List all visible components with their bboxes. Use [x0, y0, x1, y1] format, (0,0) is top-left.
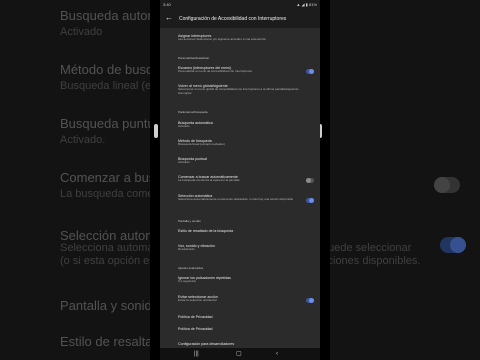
setting-label: Estilo de resaltado de la búsqueda: [178, 229, 234, 233]
page-title: Configuración de Accesibilidad con Inter…: [179, 16, 287, 22]
setting-privacy-policy-2[interactable]: Política de Privacidad: [178, 327, 316, 331]
setting-summary: Evitar la selección accidental: [178, 298, 217, 303]
setting-summary: Activado: [178, 124, 190, 129]
home-icon[interactable]: ▢: [236, 351, 242, 357]
app-bar: ← Configuración de Accesibilidad con Int…: [160, 9, 320, 28]
setting-auto-select[interactable]: Selección automática Selecciona automáti…: [178, 194, 316, 202]
setting-summary: Búsqueda lineal (excepto teclados): [178, 142, 225, 147]
setting-scan-method[interactable]: Método de búsqueda Búsqueda lineal (exce…: [178, 139, 316, 147]
setting-ignore-repeated[interactable]: Ignorar los pulsaciones repetidas 0,1 se…: [178, 276, 316, 284]
navigation-bar: ||| ▢ ‹: [160, 348, 320, 360]
toggle-switch-on[interactable]: [306, 198, 314, 203]
toggle-switch-on[interactable]: [306, 298, 314, 303]
setting-start-scan-auto[interactable]: Comenzar a buscar automáticamente La bús…: [178, 175, 316, 183]
setting-summary: 0,1 segundos: [178, 279, 197, 284]
section-header: Ajustes avanzados: [178, 266, 204, 270]
setting-auto-scan[interactable]: Búsqueda automática Activado: [178, 121, 316, 129]
nav-back-icon[interactable]: ‹: [276, 351, 278, 357]
section-header: Pantalla y sonido: [178, 219, 201, 223]
side-button: [154, 124, 158, 138]
section-header: Parámetros/búsqueda: [178, 110, 208, 114]
setting-global-menu[interactable]: Volver al menú global/siguiente Seleccio…: [178, 84, 316, 96]
setting-summary: Selecciona automáticamente el elemento d…: [178, 197, 294, 202]
setting-point-scan[interactable]: Búsqueda puntual Activado: [178, 157, 316, 165]
setting-privacy-policy[interactable]: Política de Privacidad: [178, 315, 316, 319]
setting-highlight-style[interactable]: Estilo de resaltado de la búsqueda: [178, 229, 316, 233]
left-bezel: [150, 0, 160, 360]
toggle-switch-on[interactable]: [306, 69, 314, 74]
phone-screen: 3:40 ▲ ◢ ▮ 81% ← Configuración de Accesi…: [160, 0, 320, 360]
status-time: 3:40: [163, 2, 171, 7]
status-icons: ▲ ◢ ▮ 81%: [296, 2, 317, 7]
setting-summary: Personalizar el menú de Accesibilidad co…: [178, 69, 252, 74]
settings-list: Asignar interruptores Las acciones Selec…: [160, 28, 320, 348]
setting-menu-scanning[interactable]: Escaneo (interruptores del menú) Persona…: [178, 66, 316, 74]
status-bar: 3:40 ▲ ◢ ▮ 81%: [160, 0, 320, 9]
setting-summary: Activado: [178, 160, 190, 165]
setting-label: Política de Privacidad: [178, 315, 213, 319]
arrow-back-icon[interactable]: ←: [165, 14, 173, 22]
setting-summary: Desactivado: [178, 247, 195, 252]
setting-summary: La búsqueda comienza al aparecer la pant…: [178, 178, 240, 183]
setting-label: Política de Privacidad: [178, 327, 213, 331]
setting-avoid-select[interactable]: Evitar seleccionar acción Evitar la sele…: [178, 295, 316, 303]
section-header: Personalizar/desactivar: [178, 56, 210, 60]
setting-voice-sound[interactable]: Voz, sonido y vibración Desactivado: [178, 244, 316, 252]
right-bezel: [320, 0, 330, 360]
setting-summary: Las acciones Seleccionar y/o siguiente a…: [178, 37, 267, 42]
toggle-switch-off[interactable]: [306, 178, 314, 183]
setting-summary: Seleccionar el menú global de Accesibili…: [178, 87, 299, 95]
setting-developer[interactable]: Configuración para desarrolladores: [178, 342, 316, 346]
setting-assign-switches[interactable]: Asignar interruptores Las acciones Selec…: [178, 34, 316, 42]
recents-icon[interactable]: |||: [194, 351, 199, 357]
setting-label: Configuración para desarrolladores: [178, 342, 235, 346]
